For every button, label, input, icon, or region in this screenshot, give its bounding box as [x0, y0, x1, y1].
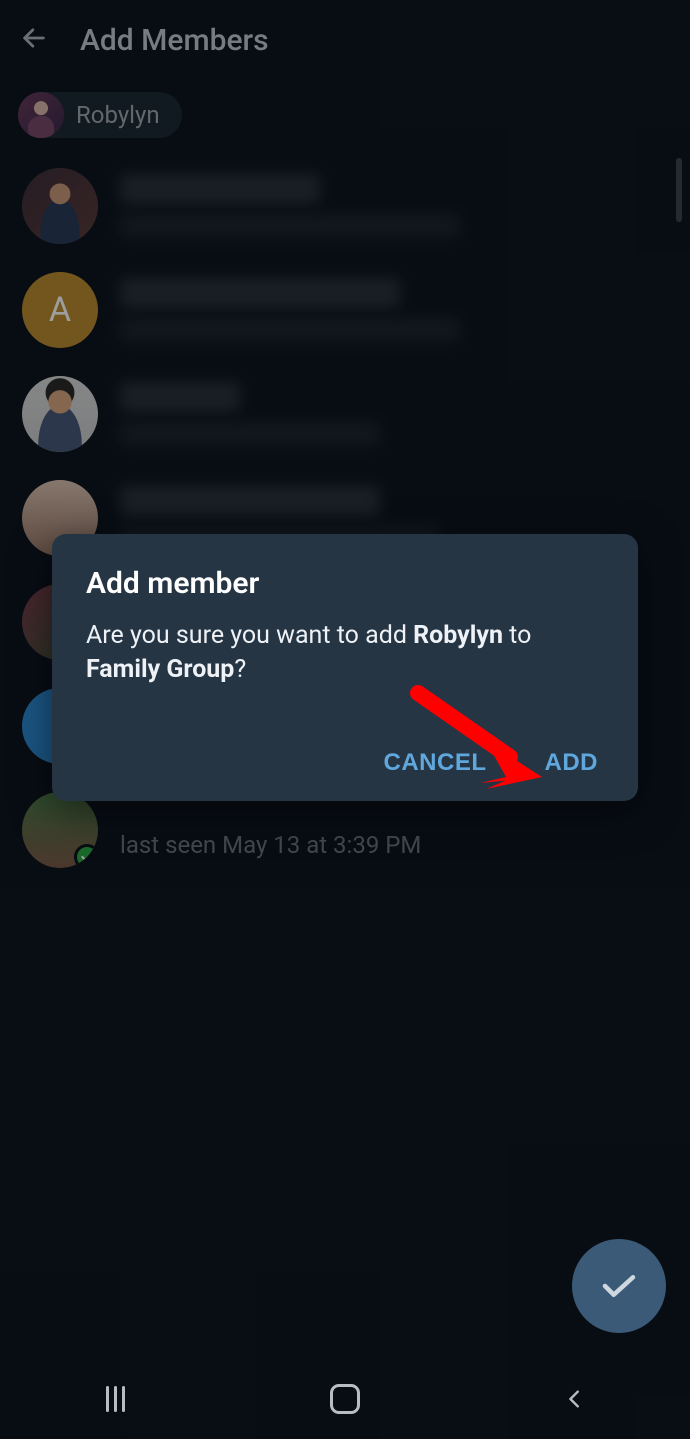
- chip-name: Robylyn: [76, 101, 160, 129]
- dialog-title: Add member: [86, 566, 604, 601]
- verified-badge-icon: [74, 844, 98, 868]
- selected-members-row: Robylyn: [0, 80, 690, 154]
- contact-status-redacted: [120, 318, 460, 342]
- contact-row[interactable]: A: [0, 258, 690, 362]
- contact-status-redacted: [120, 422, 380, 446]
- contact-name-redacted: [120, 486, 380, 516]
- arrow-left-icon: [20, 24, 48, 52]
- add-button[interactable]: ADD: [545, 749, 599, 777]
- contact-name-redacted: [120, 174, 320, 204]
- nav-recents-button[interactable]: [95, 1379, 135, 1419]
- nav-back-button[interactable]: [555, 1379, 595, 1419]
- recents-icon: [106, 1386, 125, 1412]
- android-navbar: [0, 1359, 690, 1439]
- contact-row[interactable]: [0, 362, 690, 466]
- selected-member-chip[interactable]: Robylyn: [18, 92, 182, 138]
- avatar: A: [22, 272, 98, 348]
- contact-row[interactable]: [0, 154, 690, 258]
- home-icon: [330, 1384, 360, 1414]
- contact-name-redacted: [120, 278, 400, 308]
- back-button[interactable]: [20, 24, 48, 56]
- contact-name-redacted: [120, 382, 240, 412]
- confirm-dialog: Add member Are you sure you want to add …: [52, 534, 638, 801]
- contact-status: last seen May 13 at 3:39 PM: [120, 831, 668, 859]
- dialog-body: Are you sure you want to add Robylyn to …: [86, 619, 604, 687]
- avatar: [22, 792, 98, 868]
- cancel-button[interactable]: CANCEL: [384, 749, 487, 777]
- avatar: [22, 168, 98, 244]
- back-icon: [564, 1388, 586, 1410]
- page-title: Add Members: [80, 23, 269, 58]
- avatar-initial: A: [49, 290, 71, 330]
- nav-home-button[interactable]: [325, 1379, 365, 1419]
- avatar: [22, 376, 98, 452]
- check-icon: [598, 1265, 640, 1307]
- avatar: [18, 92, 64, 138]
- contact-status-redacted: [120, 214, 460, 238]
- confirm-fab[interactable]: [572, 1239, 666, 1333]
- header: Add Members: [0, 0, 690, 80]
